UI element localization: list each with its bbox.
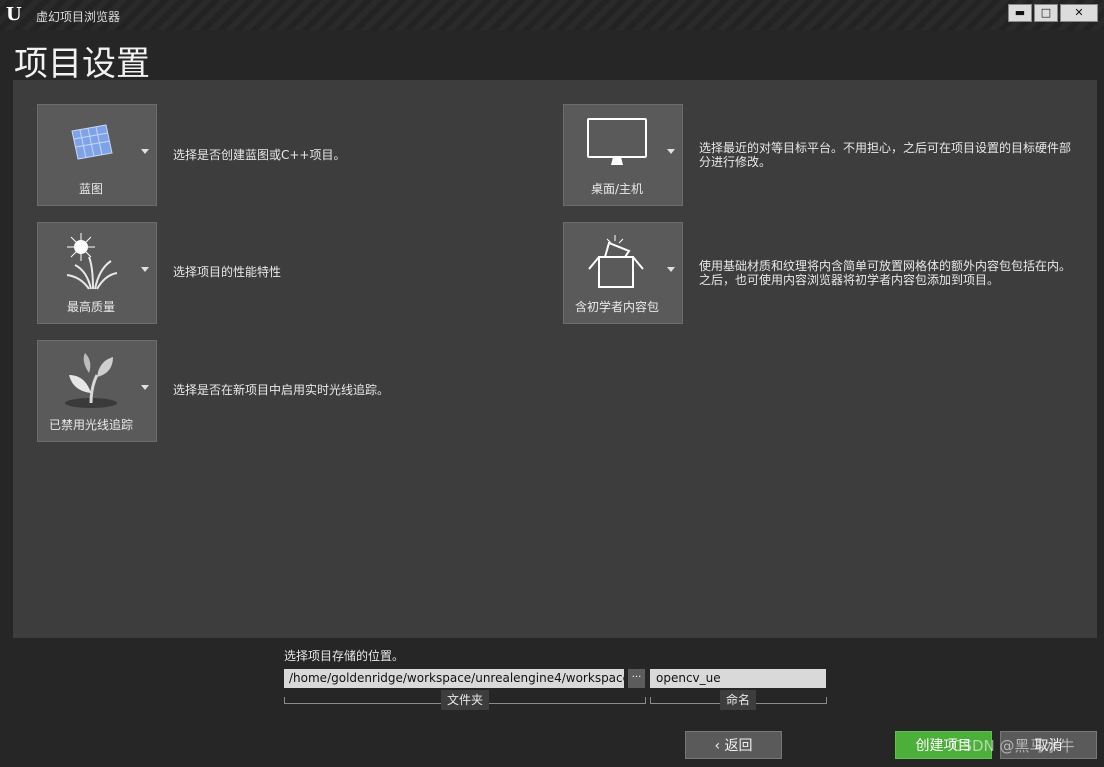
chevron-down-icon (667, 149, 675, 154)
settings-panel: 蓝图 选择是否创建蓝图或C++项目。 最高质量 选择项目的性能特性 已禁用光线追… (13, 80, 1097, 638)
close-button[interactable]: ✕ (1060, 4, 1098, 22)
starter-content-setting-description: 使用基础材质和纹理将内含简单可放置网格体的额外内容包包括在内。之后，也可使用内容… (699, 259, 1072, 287)
quality-setting-description: 选择项目的性能特性 (173, 265, 282, 279)
location-label: 选择项目存储的位置。 (284, 649, 405, 663)
folder-path-input[interactable]: /home/goldenridge/workspace/unrealengine… (284, 669, 624, 688)
folder-label: 文件夹 (441, 690, 490, 710)
blueprint-setting-label: 蓝图 (78, 182, 103, 196)
quality-setting-label: 最高质量 (66, 300, 115, 314)
chevron-down-icon (141, 149, 149, 154)
sprout-icon (38, 347, 144, 411)
title-bar: U 虚幻项目浏览器 ▬ □ ✕ (0, 0, 1104, 30)
name-label: 命名 (720, 690, 757, 710)
window-title: 虚幻项目浏览器 (36, 10, 121, 24)
unreal-logo-icon: U (6, 4, 22, 25)
chevron-down-icon (141, 267, 149, 272)
starter-content-setting-button[interactable]: 含初学者内容包 (563, 222, 683, 324)
window-controls: ▬ □ ✕ (1008, 4, 1098, 22)
back-button[interactable]: ‹ 返回 (685, 731, 782, 759)
create-project-button[interactable]: 创建项目 (895, 731, 992, 759)
browse-folder-button[interactable]: ··· (628, 669, 645, 688)
chevron-down-icon (141, 385, 149, 390)
platform-setting-button[interactable]: 桌面/主机 (563, 104, 683, 206)
minimize-button[interactable]: ▬ (1008, 4, 1032, 22)
raytracing-setting-description: 选择是否在新项目中启用实时光线追踪。 (173, 383, 390, 397)
chevron-down-icon (667, 267, 675, 272)
box-icon (564, 229, 670, 293)
platform-setting-label: 桌面/主机 (590, 182, 644, 196)
blueprint-setting-description: 选择是否创建蓝图或C++项目。 (173, 148, 346, 162)
monitor-icon (564, 111, 670, 175)
blueprint-setting-button[interactable]: 蓝图 (37, 104, 157, 206)
starter-content-setting-label: 含初学者内容包 (574, 300, 659, 314)
raytracing-setting-label: 已禁用光线追踪 (48, 418, 133, 432)
quality-setting-button[interactable]: 最高质量 (37, 222, 157, 324)
maximize-button[interactable]: □ (1034, 4, 1058, 22)
platform-setting-description: 选择最近的对等目标平台。不用担心，之后可在项目设置的目标硬件部分进行修改。 (699, 141, 1072, 169)
project-name-input[interactable]: opencv_ue (650, 669, 826, 688)
cancel-button[interactable]: 取消 (1000, 731, 1097, 759)
raytracing-setting-button[interactable]: 已禁用光线追踪 (37, 340, 157, 442)
page-title: 项目设置 (14, 44, 150, 84)
quality-icon (38, 229, 144, 293)
blueprint-icon (38, 111, 144, 175)
